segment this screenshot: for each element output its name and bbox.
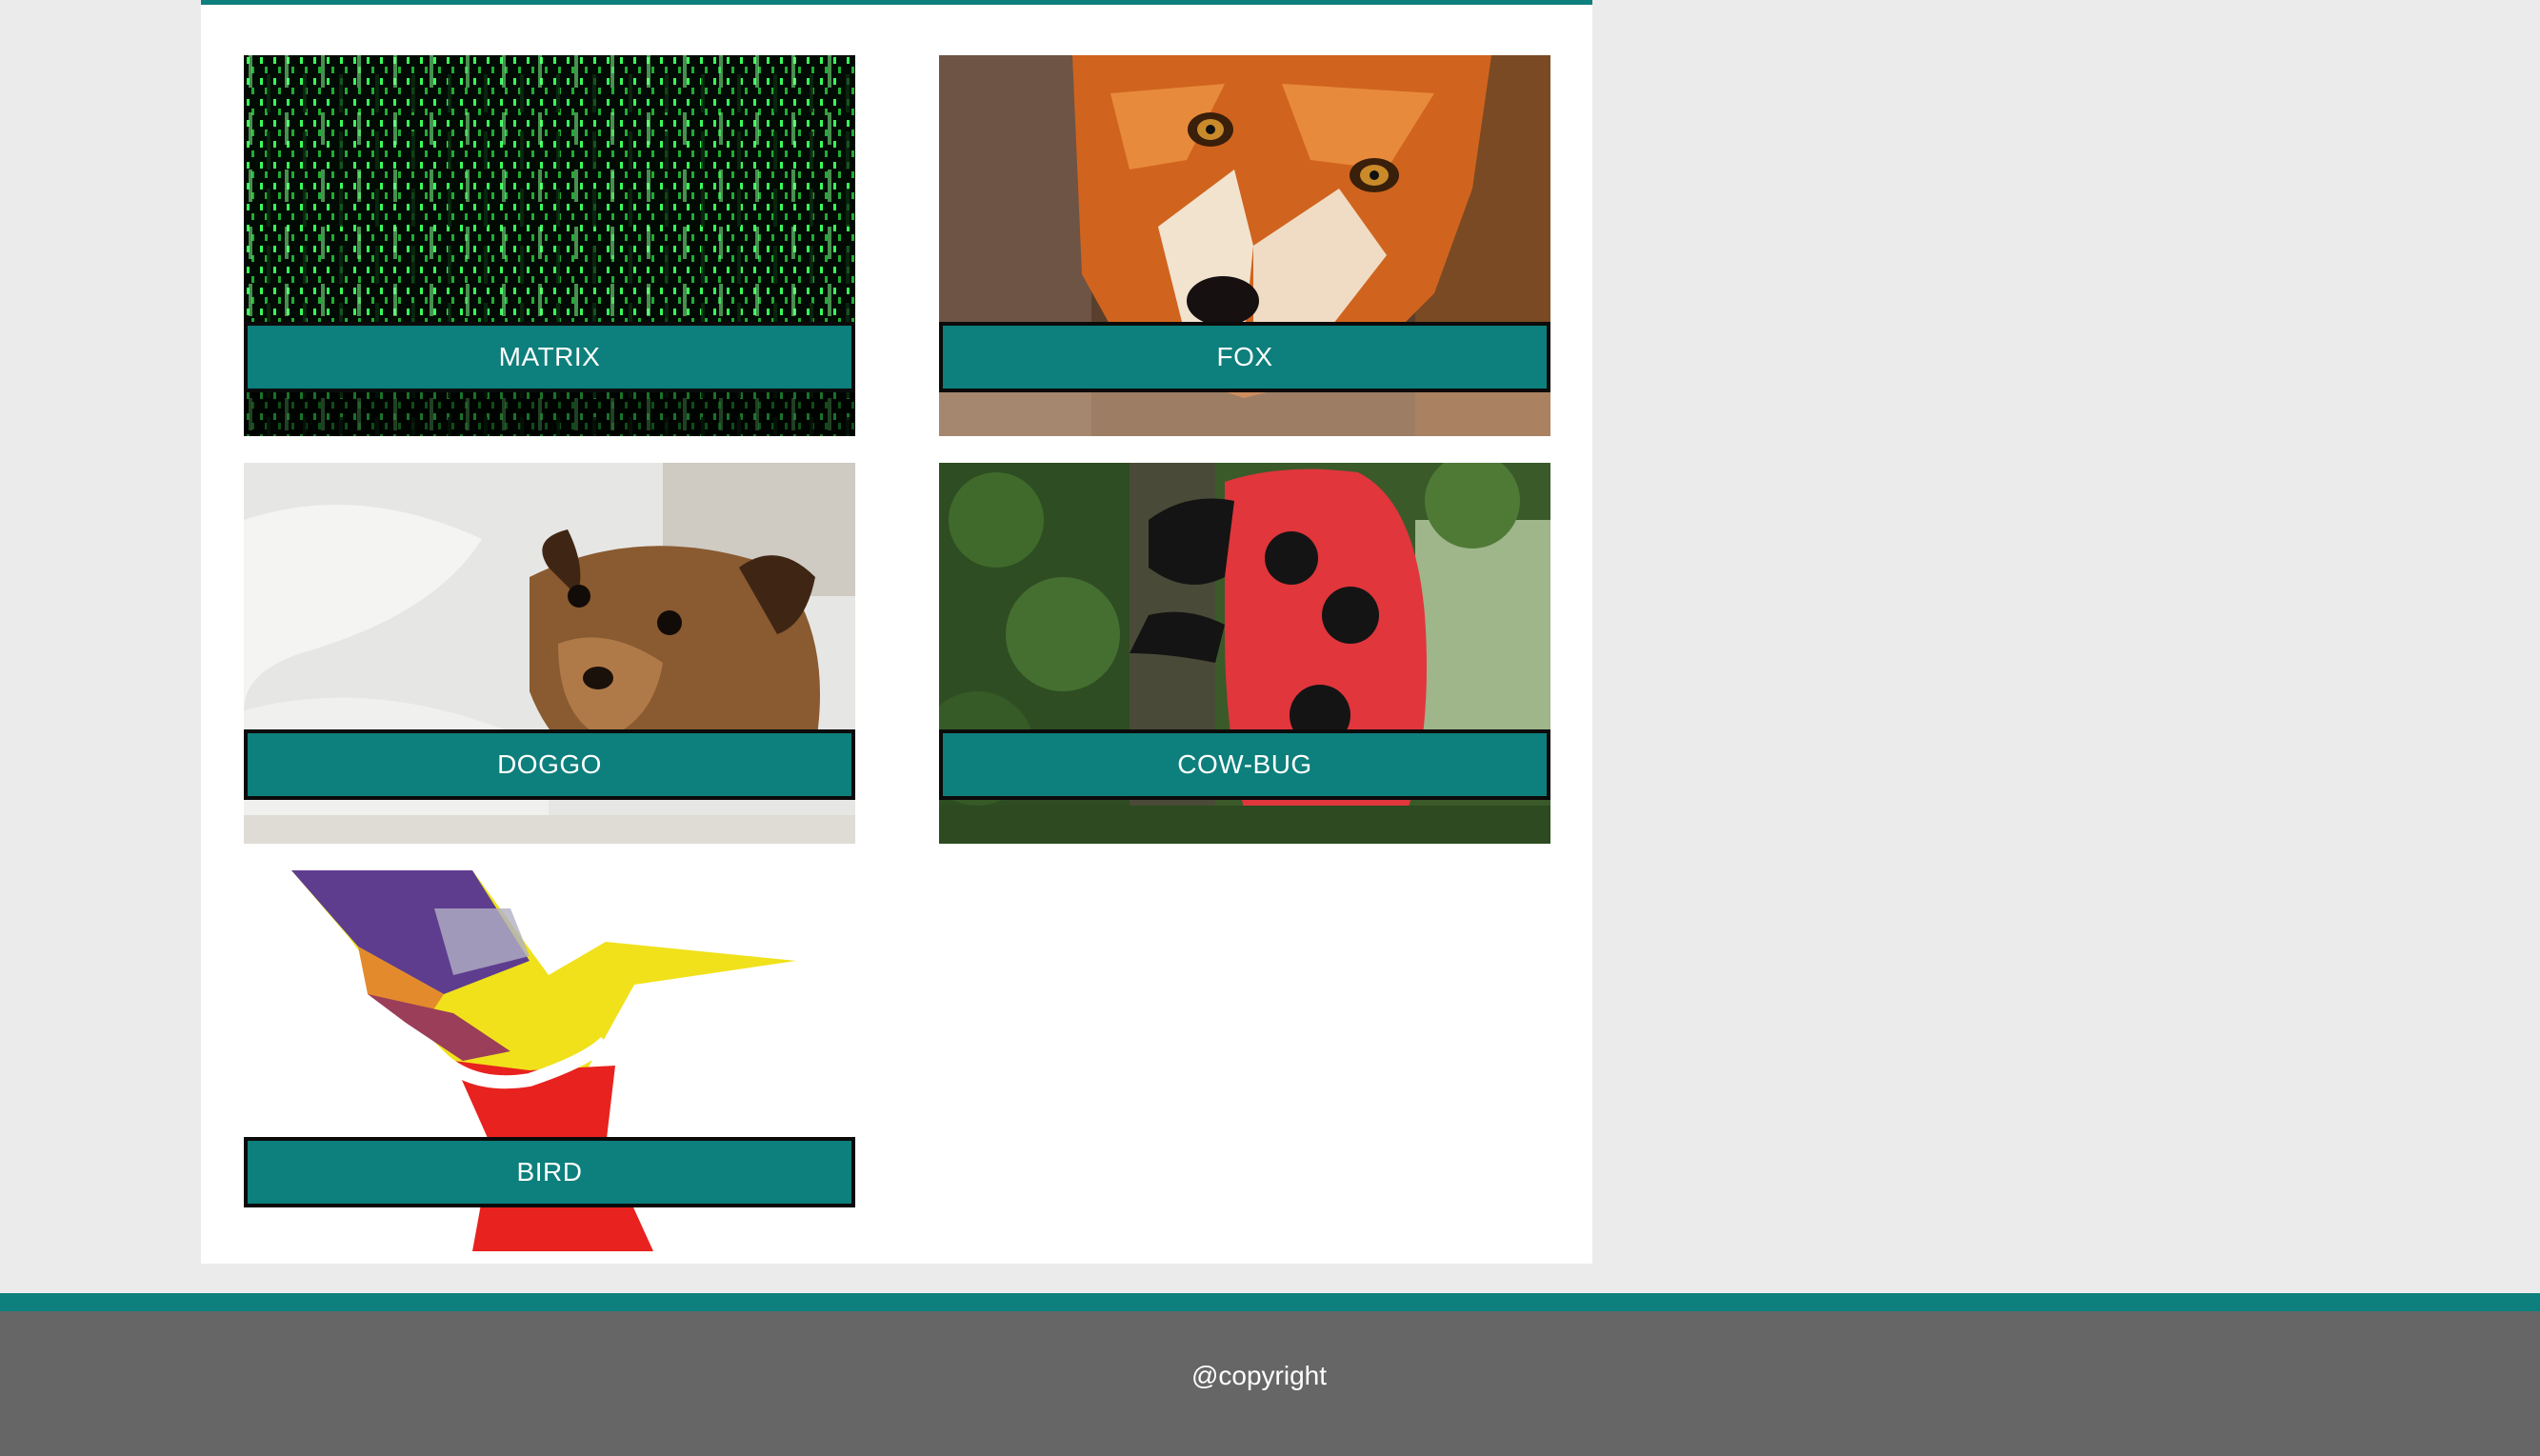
footer: @copyright (0, 1311, 2540, 1456)
copyright-text: @copyright (1190, 1361, 1328, 1390)
card-matrix[interactable]: MATRIX (244, 55, 855, 436)
card-label[interactable]: BIRD (244, 1137, 855, 1207)
card-label[interactable]: DOGGO (244, 729, 855, 800)
card-cow-bug[interactable]: COW-BUG (939, 463, 1550, 844)
card-bird[interactable]: BIRD (244, 870, 855, 1251)
footer-accent-stripe (0, 1293, 2540, 1311)
card-label[interactable]: COW-BUG (939, 729, 1550, 800)
card-label[interactable]: MATRIX (244, 322, 855, 392)
gallery-panel: MATRIX FOX DOGGO COW-BUG BIRD (201, 0, 1592, 1264)
card-doggo[interactable]: DOGGO (244, 463, 855, 844)
card-fox[interactable]: FOX (939, 55, 1550, 436)
card-label[interactable]: FOX (939, 322, 1550, 392)
